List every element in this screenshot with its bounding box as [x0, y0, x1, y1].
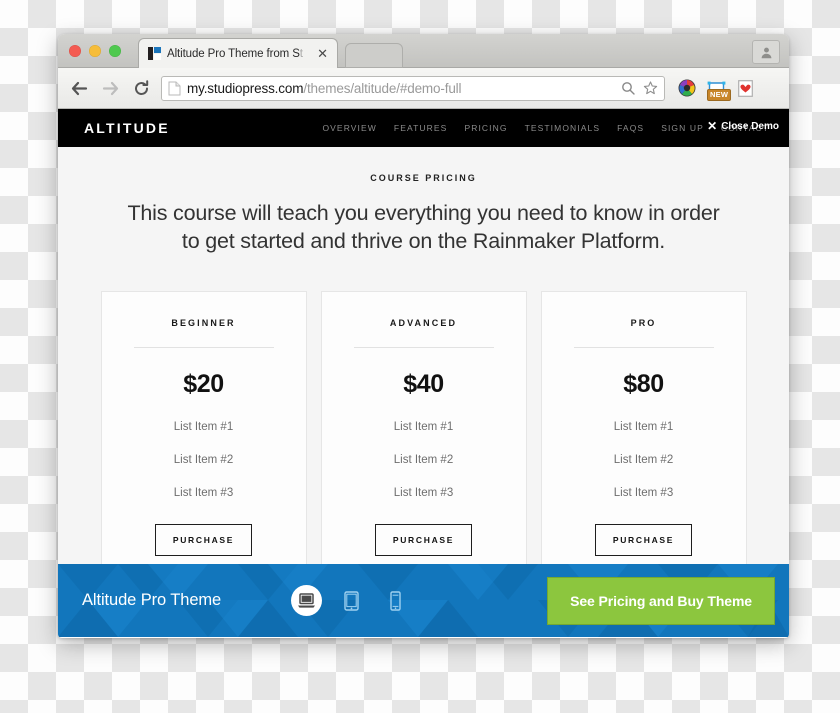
- star-icon[interactable]: [643, 81, 658, 95]
- extension-icons: NEW: [674, 78, 779, 101]
- tablet-icon: [343, 590, 359, 611]
- plan-price: $20: [183, 370, 224, 399]
- pricing-card: PRO $80 List Item #1 List Item #2 List I…: [540, 291, 747, 588]
- site-menu: OVERVIEW FEATURES PRICING TESTIMONIALS F…: [322, 109, 769, 147]
- purchase-button[interactable]: PURCHASE: [154, 524, 253, 557]
- device-preview-switcher: [291, 585, 410, 616]
- forward-button[interactable]: [99, 77, 121, 99]
- plan-feature: List Item #3: [393, 487, 454, 500]
- demo-bar-title: Altitude Pro Theme: [82, 591, 222, 609]
- plan-price: $40: [403, 370, 444, 399]
- nav-item-pricing[interactable]: PRICING: [464, 123, 507, 133]
- divider: [353, 347, 494, 349]
- nav-item-faqs[interactable]: FAQS: [617, 123, 644, 133]
- window-controls: [69, 45, 121, 57]
- laptop-icon: [298, 592, 316, 608]
- section-eyebrow: COURSE PRICING: [370, 173, 477, 183]
- maximize-window-button[interactable]: [109, 45, 121, 57]
- new-tab-button[interactable]: [345, 43, 403, 68]
- page-icon: [168, 81, 181, 95]
- divider: [133, 347, 274, 349]
- favorites-heart-extension-icon[interactable]: [735, 78, 755, 98]
- web-page-content: ALTITUDE OVERVIEW FEATURES PRICING TESTI…: [58, 109, 789, 637]
- close-tab-icon[interactable]: ✕: [314, 47, 331, 60]
- plan-feature: List Item #2: [613, 454, 674, 467]
- chrome-menu-button[interactable]: [764, 78, 779, 98]
- colorful-lens-extension-icon[interactable]: [677, 78, 697, 98]
- mobile-view-button[interactable]: [380, 586, 410, 616]
- purchase-button[interactable]: PURCHASE: [594, 524, 693, 557]
- reload-button[interactable]: [130, 77, 152, 99]
- divider: [573, 347, 714, 349]
- nav-item-overview[interactable]: OVERVIEW: [322, 123, 376, 133]
- person-icon: [761, 47, 771, 58]
- plan-feature: List Item #1: [613, 421, 674, 434]
- studiopress-favicon: [148, 47, 161, 60]
- site-logo[interactable]: ALTITUDE: [84, 120, 170, 136]
- pricing-cards: BEGINNER $20 List Item #1 List Item #2 L…: [58, 261, 789, 588]
- close-demo-label: Close Demo: [721, 120, 779, 132]
- pricing-hero: COURSE PRICING This course will teach yo…: [58, 147, 789, 261]
- plan-feature: List Item #3: [173, 487, 234, 500]
- plan-price: $80: [623, 370, 664, 399]
- browser-window: Altitude Pro Theme from St ✕ my.studiopr…: [58, 34, 789, 638]
- pricing-card: BEGINNER $20 List Item #1 List Item #2 L…: [100, 291, 307, 588]
- see-pricing-buy-theme-button[interactable]: See Pricing and Buy Theme: [547, 576, 775, 625]
- profile-avatar-button[interactable]: [752, 40, 780, 64]
- close-icon: ✕: [707, 119, 718, 133]
- nav-item-features[interactable]: FEATURES: [394, 123, 448, 133]
- close-demo-button[interactable]: ✕ Close Demo: [707, 120, 779, 132]
- tab-title: Altitude Pro Theme from St: [167, 47, 303, 60]
- page-title: This course will teach you everything yo…: [127, 201, 720, 253]
- plan-feature: List Item #1: [173, 421, 234, 434]
- extension-new-badge: NEW: [707, 89, 732, 101]
- minimize-window-button[interactable]: [89, 45, 101, 57]
- back-button[interactable]: [68, 77, 90, 99]
- close-window-button[interactable]: [69, 45, 81, 57]
- nav-item-signup[interactable]: SIGN UP: [661, 123, 704, 133]
- browser-toolbar: my.studiopress.com/themes/altitude/#demo…: [58, 68, 789, 109]
- site-navigation-bar: ALTITUDE OVERVIEW FEATURES PRICING TESTI…: [58, 109, 789, 147]
- pricing-card: ADVANCED $40 List Item #1 List Item #2 L…: [320, 291, 527, 588]
- screenshot-extension-icon[interactable]: NEW: [706, 78, 732, 101]
- plan-feature: List Item #3: [613, 487, 674, 500]
- url-text: my.studiopress.com/themes/altitude/#demo…: [187, 80, 462, 96]
- browser-tab[interactable]: Altitude Pro Theme from St ✕: [138, 38, 338, 68]
- plan-title: ADVANCED: [389, 318, 458, 329]
- tablet-view-button[interactable]: [336, 586, 366, 616]
- plan-feature: List Item #2: [173, 454, 234, 467]
- desktop-view-button[interactable]: [291, 585, 323, 616]
- plan-feature: List Item #2: [393, 454, 454, 467]
- plan-title: PRO: [630, 318, 657, 329]
- address-bar[interactable]: my.studiopress.com/themes/altitude/#demo…: [161, 75, 665, 101]
- tab-strip: Altitude Pro Theme from St ✕: [58, 34, 789, 68]
- plan-title: BEGINNER: [171, 318, 236, 329]
- search-icon[interactable]: [621, 81, 635, 95]
- purchase-button[interactable]: PURCHASE: [374, 524, 473, 557]
- nav-item-testimonials[interactable]: TESTIMONIALS: [525, 123, 601, 133]
- theme-demo-bar: Altitude Pro Theme See Pricing and Buy T…: [58, 564, 789, 637]
- plan-feature: List Item #1: [393, 421, 454, 434]
- phone-icon: [389, 590, 401, 611]
